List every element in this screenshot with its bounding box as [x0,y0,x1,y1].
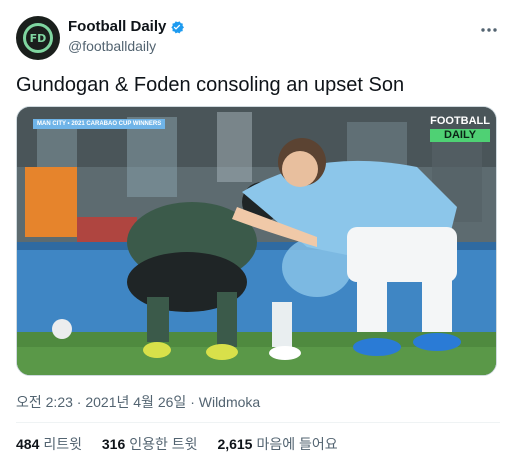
tweet-text: Gundogan & Foden consoling an upset Son [16,74,405,96]
more-options-icon[interactable] [478,20,500,40]
author-handle[interactable]: @footballdaily [68,38,185,54]
likes-label: 마음에 들어요 [256,436,338,452]
meta-separator: · [76,394,82,410]
meta-separator-2: · [190,394,195,410]
video-caption: MAN CITY • 2021 CARABAO CUP WINNERS [33,119,166,129]
divider [16,422,500,423]
retweets-stat[interactable]: 484 리트윗 [16,436,82,452]
quotes-count: 316 [101,436,126,452]
quotes-stat[interactable]: 316 인용한 트윗 [102,436,198,452]
avatar[interactable]: FD [16,16,60,60]
quotes-label: 인용한 트윗 [129,436,198,452]
watermark-line2: DAILY [430,129,490,142]
tweet-header: FD Football Daily @footballdaily [16,14,500,62]
football-daily-watermark: FOOTBALL DAILY [430,115,490,142]
likes-stat[interactable]: 2,615 마음에 들어요 [217,436,337,452]
tweet-time[interactable]: 오전 2:23 [16,394,73,410]
verified-badge-icon [171,20,185,33]
retweets-count: 484 [16,436,40,452]
tweet-source[interactable]: Wildmoka [199,394,260,410]
tweet-video[interactable]: MAN CITY • 2021 CARABAO CUP WINNERS FOOT… [16,106,497,376]
likes-count: 2,615 [217,436,253,452]
author-name-row[interactable]: Football Daily [68,18,185,35]
tweet-meta: 오전 2:23 · 2021년 4월 26일 · Wildmoka [16,392,260,412]
retweets-label: 리트윗 [43,436,82,452]
avatar-logo: FD [23,23,53,53]
tweet-stats: 484 리트윗 316 인용한 트윗 2,615 마음에 들어요 [16,434,354,454]
tweet-date[interactable]: 2021년 4월 26일 [85,394,186,410]
video-frame [17,107,496,375]
author-display-name[interactable]: Football Daily [68,18,166,35]
watermark-line1: FOOTBALL [430,115,490,127]
author-info: Football Daily @footballdaily [68,18,185,54]
